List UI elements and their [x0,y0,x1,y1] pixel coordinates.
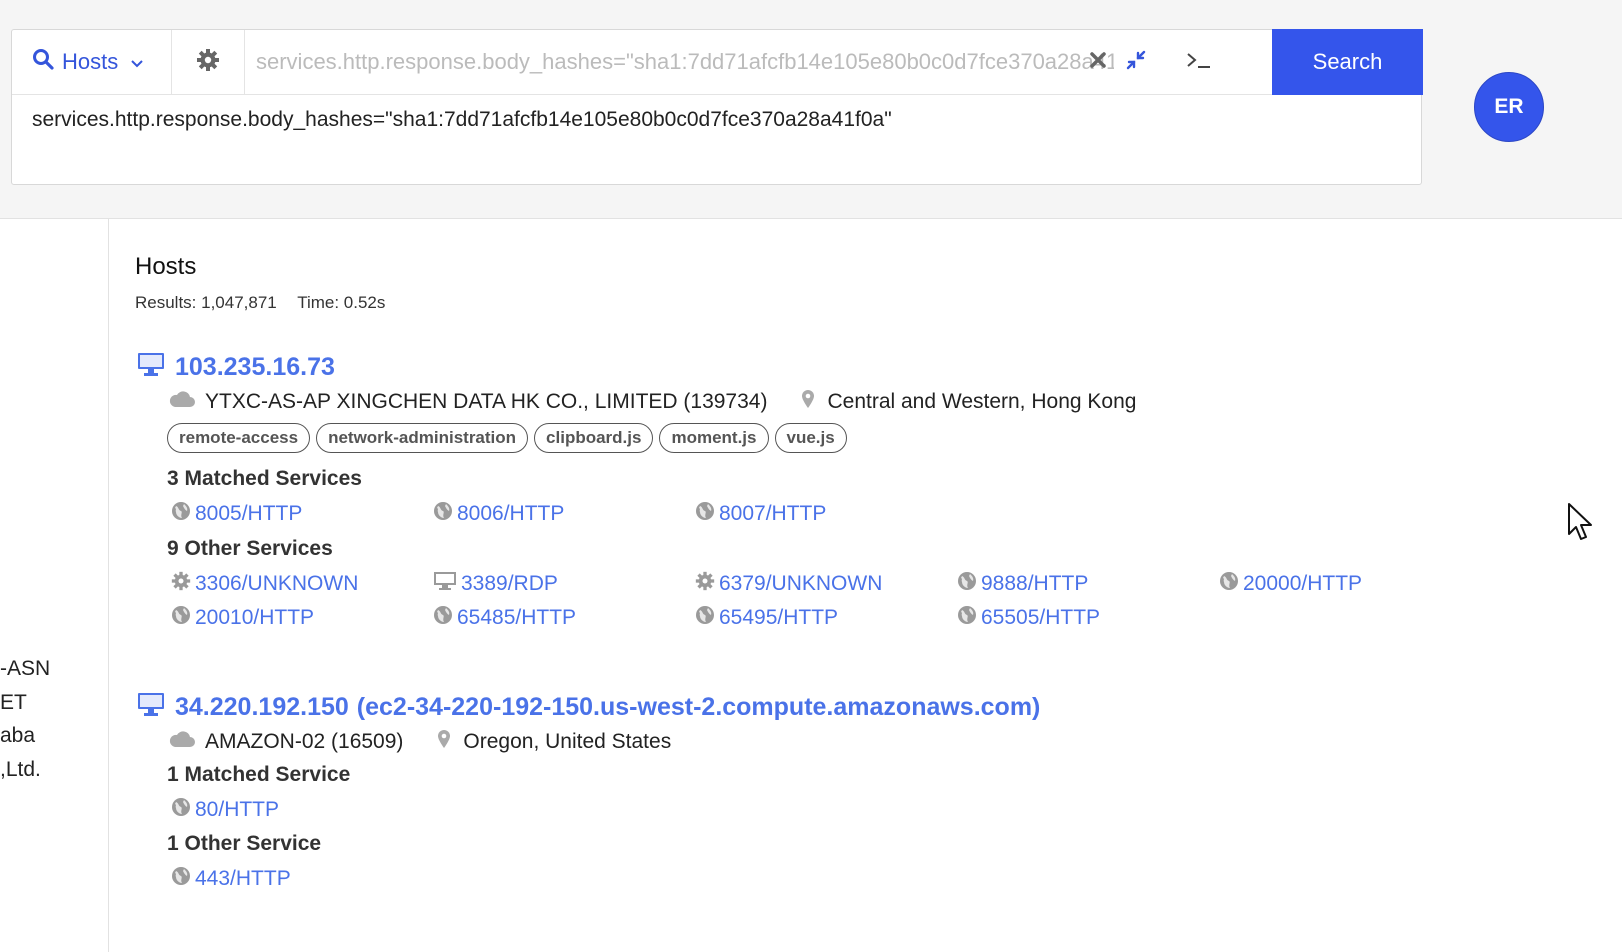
host-ip: 34.220.192.150 [175,693,349,721]
service-link[interactable]: 8006/HTTP [433,501,564,527]
service-label: 6379/UNKNOWN [719,572,883,595]
service-label: 443/HTTP [195,867,291,890]
service-link[interactable]: 65495/HTTP [695,605,838,631]
monitor-icon [433,571,457,597]
filter-fragment[interactable]: ,Ltd. [0,758,41,782]
globe-icon [171,866,191,892]
search-input[interactable] [256,30,1114,94]
service-label: 65495/HTTP [719,606,839,629]
globe-icon [433,501,453,527]
clear-search-button[interactable] [1078,30,1118,94]
service-label: 8006/HTTP [457,502,565,525]
globe-icon [171,501,191,527]
globe-icon [171,797,191,823]
service-label: 65485/HTTP [457,606,577,629]
service-label: 20000/HTTP [1243,572,1363,595]
search-type-label: Hosts [62,49,119,74]
chevron-down-icon [130,49,144,75]
service-link[interactable]: 3389/RDP [433,571,558,597]
host-info-line: AMAZON-02 (16509) Oregon, United States [169,729,671,755]
service-label: 3389/RDP [461,572,558,595]
location-pin-icon [801,389,815,415]
search-type-dropdown[interactable]: Hosts [12,30,172,94]
host-ip: 103.235.16.73 [175,353,335,381]
collapse-query-button[interactable] [1116,30,1156,94]
tag[interactable]: network-administration [316,423,529,453]
globe-icon [695,501,715,527]
results-count: Results: 1,047,871 [135,293,277,312]
service-label: 20010/HTTP [195,606,315,629]
globe-icon [695,605,715,631]
globe-icon [171,605,191,631]
results-meta: Results: 1,047,871 Time: 0.52s [135,293,401,313]
monitor-icon [137,691,165,724]
tag[interactable]: moment.js [659,423,769,453]
tag[interactable]: vue.js [774,423,847,453]
monitor-icon [137,351,165,384]
user-avatar[interactable]: ER [1474,72,1544,142]
gear-icon [171,571,191,597]
globe-icon [1219,571,1239,597]
collapse-icon [1126,50,1146,75]
host-location[interactable]: Oregon, United States [463,730,671,754]
host-info-line: YTXC-AS-AP XINGCHEN DATA HK CO., LIMITED… [169,389,1136,415]
service-link[interactable]: 65505/HTTP [957,605,1100,631]
service-link[interactable]: 20010/HTTP [171,605,314,631]
filter-fragment[interactable]: ET [0,691,27,715]
expanded-query-text[interactable]: services.http.response.body_hashes="sha1… [32,108,1401,132]
service-label: 65505/HTTP [981,606,1101,629]
service-link[interactable]: 8005/HTTP [171,501,302,527]
host-dns: (ec2-34-220-192-150.us-west-2.compute.am… [356,693,1041,721]
host-location[interactable]: Central and Western, Hong Kong [827,390,1136,414]
service-link[interactable]: 8007/HTTP [695,501,826,527]
search-row: Hosts services.http.response.body_hashes… [12,29,1423,95]
results-time: Time: 0.52s [297,293,386,312]
tag[interactable]: clipboard.js [534,423,654,453]
results-title: Hosts [135,253,197,280]
search-button[interactable]: Search [1272,29,1423,95]
globe-icon [957,571,977,597]
host-asn[interactable]: AMAZON-02 (16509) [205,730,403,754]
left-filter-panel: -ASN ET aba ,Ltd. [0,219,109,952]
host-link[interactable]: 103.235.16.73 [137,351,335,384]
globe-icon [433,605,453,631]
cloud-icon [169,390,195,414]
location-pin-icon [437,729,451,755]
service-link[interactable]: 65485/HTTP [433,605,576,631]
gear-icon [196,48,220,77]
service-label: 80/HTTP [195,798,280,821]
host-asn[interactable]: YTXC-AS-AP XINGCHEN DATA HK CO., LIMITED… [205,390,767,414]
host-link[interactable]: 34.220.192.150 (ec2-34-220-192-150.us-we… [137,691,1040,724]
service-label: 8007/HTTP [719,502,827,525]
service-label: 8005/HTTP [195,502,303,525]
filter-fragment[interactable]: -ASN [0,657,50,681]
query-console-button[interactable] [1174,30,1224,94]
search-panel: Hosts services.http.response.body_hashes… [11,29,1423,185]
matched-services-heading: 1 Matched Service [167,763,351,786]
clear-icon [1089,51,1107,74]
service-link[interactable]: 443/HTTP [171,866,291,892]
service-label: 9888/HTTP [981,572,1089,595]
globe-icon [957,605,977,631]
cloud-icon [169,730,195,754]
filter-fragment[interactable]: aba [0,724,35,748]
service-link[interactable]: 80/HTTP [171,797,279,823]
service-link[interactable]: 3306/UNKNOWN [171,571,358,597]
other-services-heading: 9 Other Services [167,537,333,560]
service-link[interactable]: 20000/HTTP [1219,571,1362,597]
service-label: 3306/UNKNOWN [195,572,359,595]
service-link[interactable]: 6379/UNKNOWN [695,571,882,597]
terminal-icon [1185,50,1213,75]
search-icon [32,48,54,76]
mouse-cursor-icon [1567,502,1595,547]
service-link[interactable]: 9888/HTTP [957,571,1088,597]
host-tags: remote-access network-administration cli… [167,423,853,453]
gear-icon [695,571,715,597]
other-services-heading: 1 Other Service [167,832,322,855]
search-settings-button[interactable] [172,30,245,94]
top-bar: Hosts services.http.response.body_hashes… [0,0,1622,219]
matched-services-heading: 3 Matched Services [167,467,362,490]
tag[interactable]: remote-access [167,423,311,453]
